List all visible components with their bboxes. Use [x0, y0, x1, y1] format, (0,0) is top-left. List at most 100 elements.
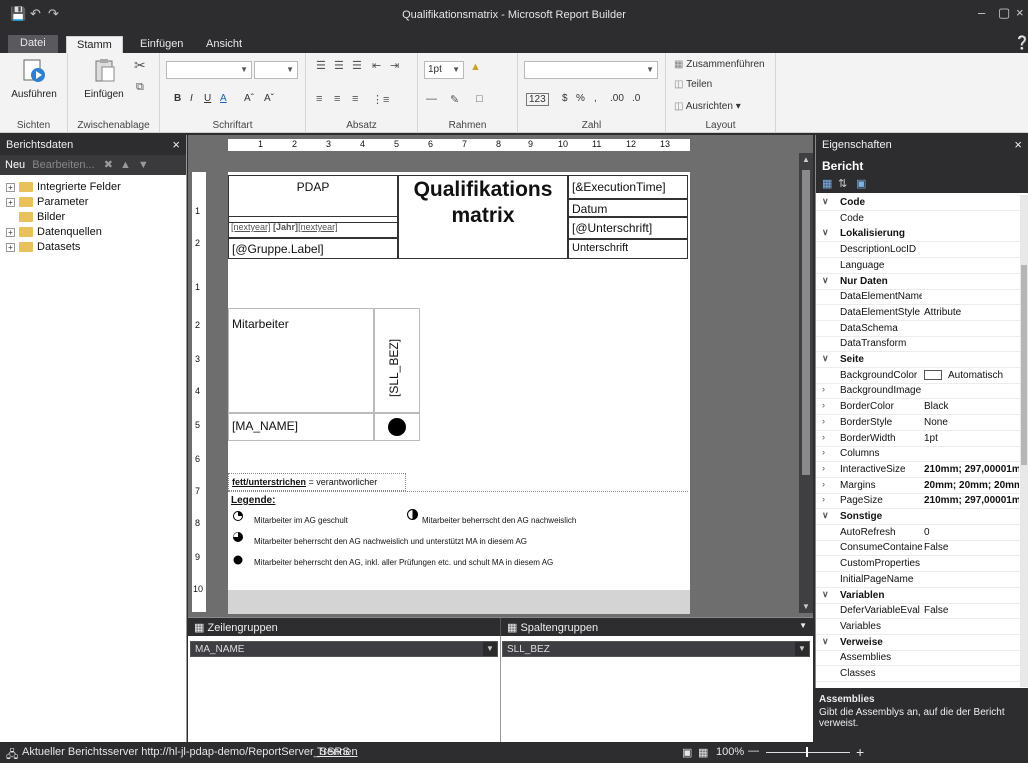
expand-icon[interactable]: ›	[822, 447, 825, 457]
number-format-combo[interactable]: ▼	[524, 61, 658, 79]
unterschrift-box[interactable]: Unterschrift	[568, 239, 688, 259]
scroll-down-icon[interactable]: ▼	[802, 602, 810, 611]
disconnect-link[interactable]: Trennen	[317, 746, 358, 758]
matrix-row-header-cell[interactable]: [MA_NAME]	[228, 413, 374, 441]
line-style-icon[interactable]: —	[426, 93, 437, 105]
collapse-icon[interactable]: ∨	[822, 510, 829, 521]
property-category[interactable]: ∨ Lokalisierung	[816, 226, 1028, 243]
border-icon[interactable]: □	[476, 93, 483, 105]
percent-icon[interactable]: %	[576, 93, 585, 104]
property-category[interactable]: ∨ Code	[816, 195, 1028, 211]
property-value[interactable]: False	[924, 605, 1019, 616]
tab-einfuegen[interactable]: Einfügen	[130, 36, 193, 54]
currency-icon[interactable]: $	[562, 93, 568, 104]
edit-button[interactable]: Bearbeiten...	[32, 159, 94, 171]
property-row[interactable]: Assemblies	[816, 650, 1028, 667]
expand-icon[interactable]: ›	[822, 416, 825, 426]
property-category[interactable]: ∨ Verweise	[816, 634, 1028, 651]
property-row[interactable]: DataElementName	[816, 289, 1028, 306]
align-center-icon[interactable]: ≡	[334, 93, 340, 105]
property-value[interactable]: 0	[924, 527, 1019, 538]
expand-icon[interactable]: +	[6, 227, 15, 237]
property-row[interactable]: Code	[816, 211, 1028, 227]
expand-icon[interactable]: +	[6, 182, 15, 192]
expand-icon[interactable]: ›	[822, 494, 825, 504]
property-row[interactable]: DataSchema	[816, 321, 1028, 337]
property-value[interactable]: Automatisch	[924, 370, 1019, 381]
property-category[interactable]: ∨ Sonstige	[816, 509, 1028, 525]
paste-button[interactable]: Einfügen	[78, 57, 130, 100]
line-width-combo[interactable]: 1pt ▼	[424, 61, 464, 79]
property-value[interactable]: False	[924, 542, 1019, 553]
font-size-combo[interactable]: ▼	[254, 61, 298, 79]
close-icon[interactable]: ×	[1014, 137, 1022, 152]
property-pages-icon[interactable]: ▣	[856, 177, 866, 190]
tab-datei[interactable]: Datei	[8, 35, 58, 53]
property-row[interactable]: DataTransform	[816, 336, 1028, 353]
properties-scrollbar-thumb[interactable]	[1021, 265, 1027, 465]
property-category[interactable]: ∨ Seite	[816, 352, 1028, 368]
design-view-icon[interactable]: ▣	[682, 746, 692, 759]
placeholder-icon[interactable]: 123	[526, 93, 549, 106]
fill-color-icon[interactable]: ▲	[470, 61, 481, 73]
collapse-icon[interactable]: ∨	[822, 636, 829, 647]
align-right-icon[interactable]: ≡	[352, 93, 358, 105]
font-color-icon[interactable]: A	[220, 93, 227, 104]
move-down-icon[interactable]: ▼	[138, 159, 149, 171]
expand-icon[interactable]: ›	[822, 400, 825, 410]
matrix-corner-cell[interactable]: Mitarbeiter	[228, 308, 374, 413]
row-group-field[interactable]: MA_NAME ▼	[190, 641, 498, 657]
property-row[interactable]: Classes	[816, 666, 1028, 682]
zoom-slider-thumb[interactable]	[806, 747, 808, 757]
property-row[interactable]: DeferVariableEval False	[816, 603, 1028, 620]
move-up-icon[interactable]: ▲	[120, 159, 131, 171]
collapse-icon[interactable]: ∨	[822, 589, 829, 600]
tree-item-datasets[interactable]: + Datasets	[6, 240, 80, 254]
property-row[interactable]: › BorderWidth 1pt	[816, 431, 1028, 447]
dropdown-icon[interactable]: ▼	[795, 642, 809, 656]
zoom-out-icon[interactable]: —	[748, 745, 759, 757]
collapse-icon[interactable]: ∨	[822, 353, 829, 364]
grid-view-icon[interactable]: ▦	[698, 746, 708, 759]
chevron-down-icon[interactable]: ▼	[799, 621, 807, 630]
column-group-field[interactable]: SLL_BEZ ▼	[502, 641, 810, 657]
property-row[interactable]: Variables	[816, 619, 1028, 635]
tree-item-bilder[interactable]: Bilder	[19, 210, 65, 224]
increase-decimal-icon[interactable]: .00	[610, 93, 624, 104]
property-row[interactable]: AutoRefresh 0	[816, 525, 1028, 541]
help-icon[interactable]: ❔	[1014, 35, 1028, 51]
bold-icon[interactable]: B	[174, 93, 181, 104]
design-scrollbar-thumb[interactable]	[802, 170, 810, 475]
split-button[interactable]: ◫ Teilen	[674, 79, 712, 90]
close-icon[interactable]: ×	[172, 137, 180, 152]
new-button[interactable]: Neu	[5, 159, 25, 171]
property-row[interactable]: › InteractiveSize 210mm; 297,00001mm	[816, 462, 1028, 478]
property-row[interactable]: › BorderColor Black	[816, 399, 1028, 416]
zoom-slider[interactable]	[766, 752, 850, 753]
expand-icon[interactable]: ›	[822, 432, 825, 442]
align-top-icon[interactable]: ☰	[316, 59, 326, 72]
dropdown-icon[interactable]: ▼	[483, 642, 497, 656]
expand-icon[interactable]: ›	[822, 463, 825, 473]
property-row[interactable]: Language	[816, 258, 1028, 274]
property-value[interactable]: None	[924, 417, 1019, 428]
bullets-icon[interactable]: ⋮≡	[372, 93, 389, 106]
property-value[interactable]: 210mm; 297,00001mm	[924, 495, 1019, 506]
collapse-icon[interactable]: ∨	[822, 227, 829, 238]
title-box[interactable]: Qualifikations matrix	[398, 175, 568, 259]
shrink-font-icon[interactable]: Aˇ	[264, 93, 274, 104]
indent-decrease-icon[interactable]: ⇤	[372, 59, 381, 72]
property-category[interactable]: ∨ Nur Daten	[816, 273, 1028, 290]
year-box[interactable]: [nextyear] [Jahr][nextyear]	[228, 216, 398, 238]
font-combo[interactable]: ▼	[166, 61, 252, 79]
cut-icon[interactable]: ✂	[134, 57, 146, 74]
property-row[interactable]: › BorderStyle None	[816, 415, 1028, 431]
minimize-button[interactable]: –	[978, 5, 985, 20]
matrix-data-cell[interactable]	[374, 413, 420, 441]
grow-font-icon[interactable]: Aˆ	[244, 93, 254, 104]
property-value[interactable]: 1pt	[924, 433, 1019, 444]
property-row[interactable]: CustomProperties	[816, 556, 1028, 573]
tab-ansicht[interactable]: Ansicht	[196, 36, 252, 54]
property-row[interactable]: › PageSize 210mm; 297,00001mm	[816, 493, 1028, 510]
property-row[interactable]: BackgroundColor Automatisch	[816, 368, 1028, 384]
